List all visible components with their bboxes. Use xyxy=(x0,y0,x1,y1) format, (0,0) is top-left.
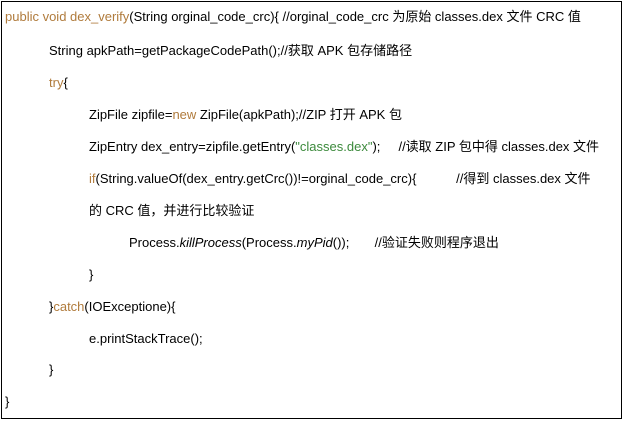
process-arg-prefix: (Process. xyxy=(241,235,297,250)
kill-process-comment: ()); //验证失败则程序退出 xyxy=(332,235,499,250)
if-condition-comment: (String.valueOf(dex_entry.getCrc())!=org… xyxy=(95,171,591,186)
keyword-catch: catch xyxy=(53,299,85,314)
code-line-comment-continuation: 的 CRC 值，并进行比较验证 xyxy=(89,203,254,219)
zipentry-decl: ZipEntry dex_entry=zipfile.getEntry( xyxy=(89,139,296,154)
string-literal-classes-dex: "classes.dex" xyxy=(295,139,373,154)
comment-continuation: 的 CRC 值，并进行比较验证 xyxy=(89,203,255,218)
code-line-kill-process: Process.killProcess(Process.myPid()); //… xyxy=(129,235,499,251)
code-line-print-stack-trace: e.printStackTrace(); xyxy=(89,331,203,347)
catch-close-brace: } xyxy=(49,362,54,377)
print-stack-trace-call: e.printStackTrace(); xyxy=(89,331,203,346)
catch-params: (IOExceptione){ xyxy=(84,299,176,314)
method-my-pid: myPid xyxy=(296,235,333,250)
code-line-zipfile: ZipFile zipfile=new ZipFile(apkPath);//Z… xyxy=(89,107,402,123)
zipfile-decl: ZipFile zipfile= xyxy=(89,107,173,122)
code-line-try: try{ xyxy=(49,75,68,91)
code-line-method-close: } xyxy=(5,394,9,410)
code-line-apk-path: String apkPath=getPackageCodePath();//获取… xyxy=(49,43,412,59)
keyword-new: new xyxy=(172,107,197,122)
zipfile-ctor-comment: ZipFile(apkPath);//ZIP 打开 APK 包 xyxy=(196,107,402,122)
keyword-method-declaration: public void dex_verify xyxy=(5,9,130,24)
process-prefix: Process. xyxy=(129,235,180,250)
code-line-if-crc-check: if(String.valueOf(dex_entry.getCrc())!=o… xyxy=(89,171,591,187)
code-line-catch: }catch(IOExceptione){ xyxy=(49,299,175,315)
method-params-comment: (String orginal_code_crc){ //orginal_cod… xyxy=(129,9,581,24)
try-brace: { xyxy=(63,75,68,90)
method-kill-process: killProcess xyxy=(179,235,242,250)
keyword-try: try xyxy=(49,75,64,90)
apk-path-statement: String apkPath=getPackageCodePath();//获取… xyxy=(49,43,413,58)
method-close-brace: } xyxy=(5,394,10,409)
zipentry-comment: ); //读取 ZIP 包中得 classes.dex 文件 xyxy=(372,139,600,154)
code-line-if-close: } xyxy=(89,267,93,283)
code-line-catch-close: } xyxy=(49,362,53,378)
if-close-brace: } xyxy=(89,267,94,282)
code-line-zipentry: ZipEntry dex_entry=zipfile.getEntry("cla… xyxy=(89,139,599,155)
code-line-method-signature: public void dex_verify(String orginal_co… xyxy=(5,9,581,25)
